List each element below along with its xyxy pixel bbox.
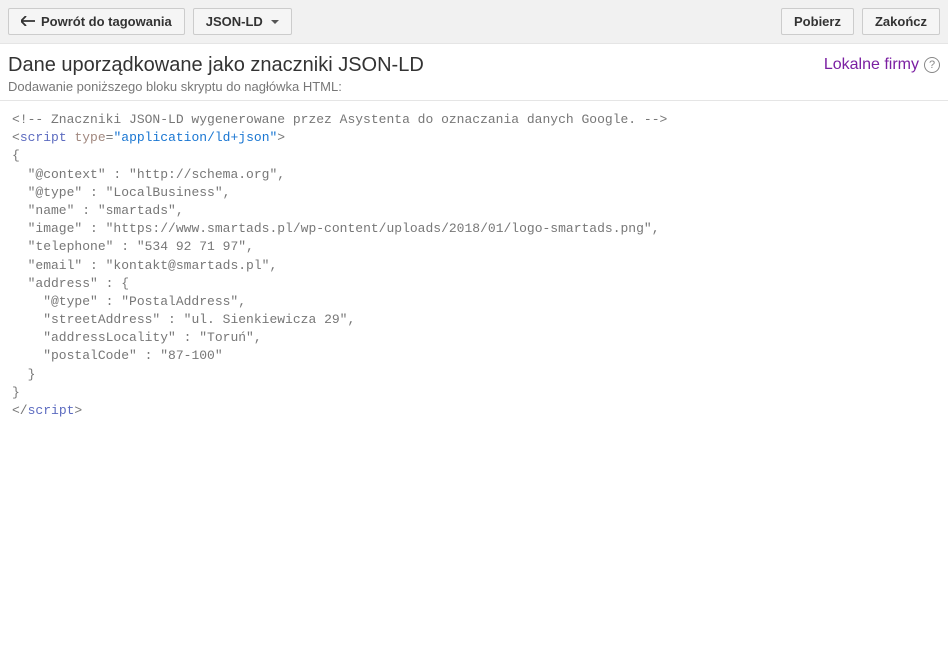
- code-text: >: [74, 403, 82, 418]
- code-comment: <!-- Znaczniki JSON-LD wygenerowane prze…: [12, 112, 667, 127]
- code-text: {: [12, 148, 20, 163]
- code-text: "LocalBusiness": [106, 185, 223, 200]
- code-text: "application/ld+json": [113, 130, 277, 145]
- code-text: "@type" :: [12, 185, 106, 200]
- page-title: Dane uporządkowane jako znaczniki JSON-L…: [8, 54, 424, 77]
- code-text: "name" :: [12, 203, 98, 218]
- finish-button[interactable]: Zakończ: [862, 8, 940, 35]
- code-text: >: [277, 130, 285, 145]
- code-text: "https://www.smartads.pl/wp-content/uplo…: [106, 221, 652, 236]
- finish-button-label: Zakończ: [875, 14, 927, 29]
- code-text: script: [20, 130, 67, 145]
- code-text: "87-100": [160, 348, 222, 363]
- toolbar: Powrót do tagowania JSON-LD Pobierz Zako…: [0, 0, 948, 44]
- code-block: <!-- Znaczniki JSON-LD wygenerowane prze…: [0, 101, 948, 430]
- code-text: }: [12, 385, 20, 400]
- code-text: }: [12, 367, 35, 382]
- title-area: Dane uporządkowane jako znaczniki JSON-L…: [8, 54, 424, 94]
- code-text: ,: [254, 330, 262, 345]
- format-dropdown-label: JSON-LD: [206, 14, 263, 29]
- code-text: "@context" :: [12, 167, 129, 182]
- code-text: "kontakt@smartads.pl": [106, 258, 270, 273]
- code-text: {: [121, 276, 129, 291]
- code-text: "ul. Sienkiewicza 29": [184, 312, 348, 327]
- code-text: "streetAddress" :: [12, 312, 184, 327]
- code-text: script: [28, 403, 75, 418]
- code-text: "http://schema.org": [129, 167, 277, 182]
- code-text: <: [12, 130, 20, 145]
- local-business-link[interactable]: Lokalne firmy: [824, 56, 919, 74]
- code-text: "email" :: [12, 258, 106, 273]
- code-text: type: [74, 130, 105, 145]
- code-text: "smartads": [98, 203, 176, 218]
- code-text: ,: [238, 294, 246, 309]
- arrow-left-icon: [21, 14, 35, 29]
- code-text: "telephone" :: [12, 239, 137, 254]
- help-icon[interactable]: ?: [924, 57, 940, 73]
- code-text: ,: [223, 185, 231, 200]
- code-text: ,: [652, 221, 660, 236]
- code-text: "address" :: [12, 276, 121, 291]
- code-text: "534 92 71 97": [137, 239, 246, 254]
- back-button-label: Powrót do tagowania: [41, 14, 172, 29]
- code-text: "@type" :: [12, 294, 121, 309]
- code-text: "postalCode" :: [12, 348, 160, 363]
- code-text: </: [12, 403, 28, 418]
- download-button[interactable]: Pobierz: [781, 8, 854, 35]
- code-text: ,: [277, 167, 285, 182]
- link-area: Lokalne firmy ?: [824, 54, 940, 74]
- code-text: ,: [176, 203, 184, 218]
- chevron-down-icon: [271, 20, 279, 24]
- code-text: "addressLocality" :: [12, 330, 199, 345]
- page-subtitle: Dodawanie poniższego bloku skryptu do na…: [8, 79, 424, 94]
- back-button[interactable]: Powrót do tagowania: [8, 8, 185, 35]
- download-button-label: Pobierz: [794, 14, 841, 29]
- code-text: "Toruń": [199, 330, 254, 345]
- code-text: ,: [347, 312, 355, 327]
- format-dropdown[interactable]: JSON-LD: [193, 8, 292, 35]
- content-header: Dane uporządkowane jako znaczniki JSON-L…: [0, 44, 948, 101]
- code-text: "image" :: [12, 221, 106, 236]
- code-text: ,: [269, 258, 277, 273]
- code-text: ,: [246, 239, 254, 254]
- code-text: "PostalAddress": [121, 294, 238, 309]
